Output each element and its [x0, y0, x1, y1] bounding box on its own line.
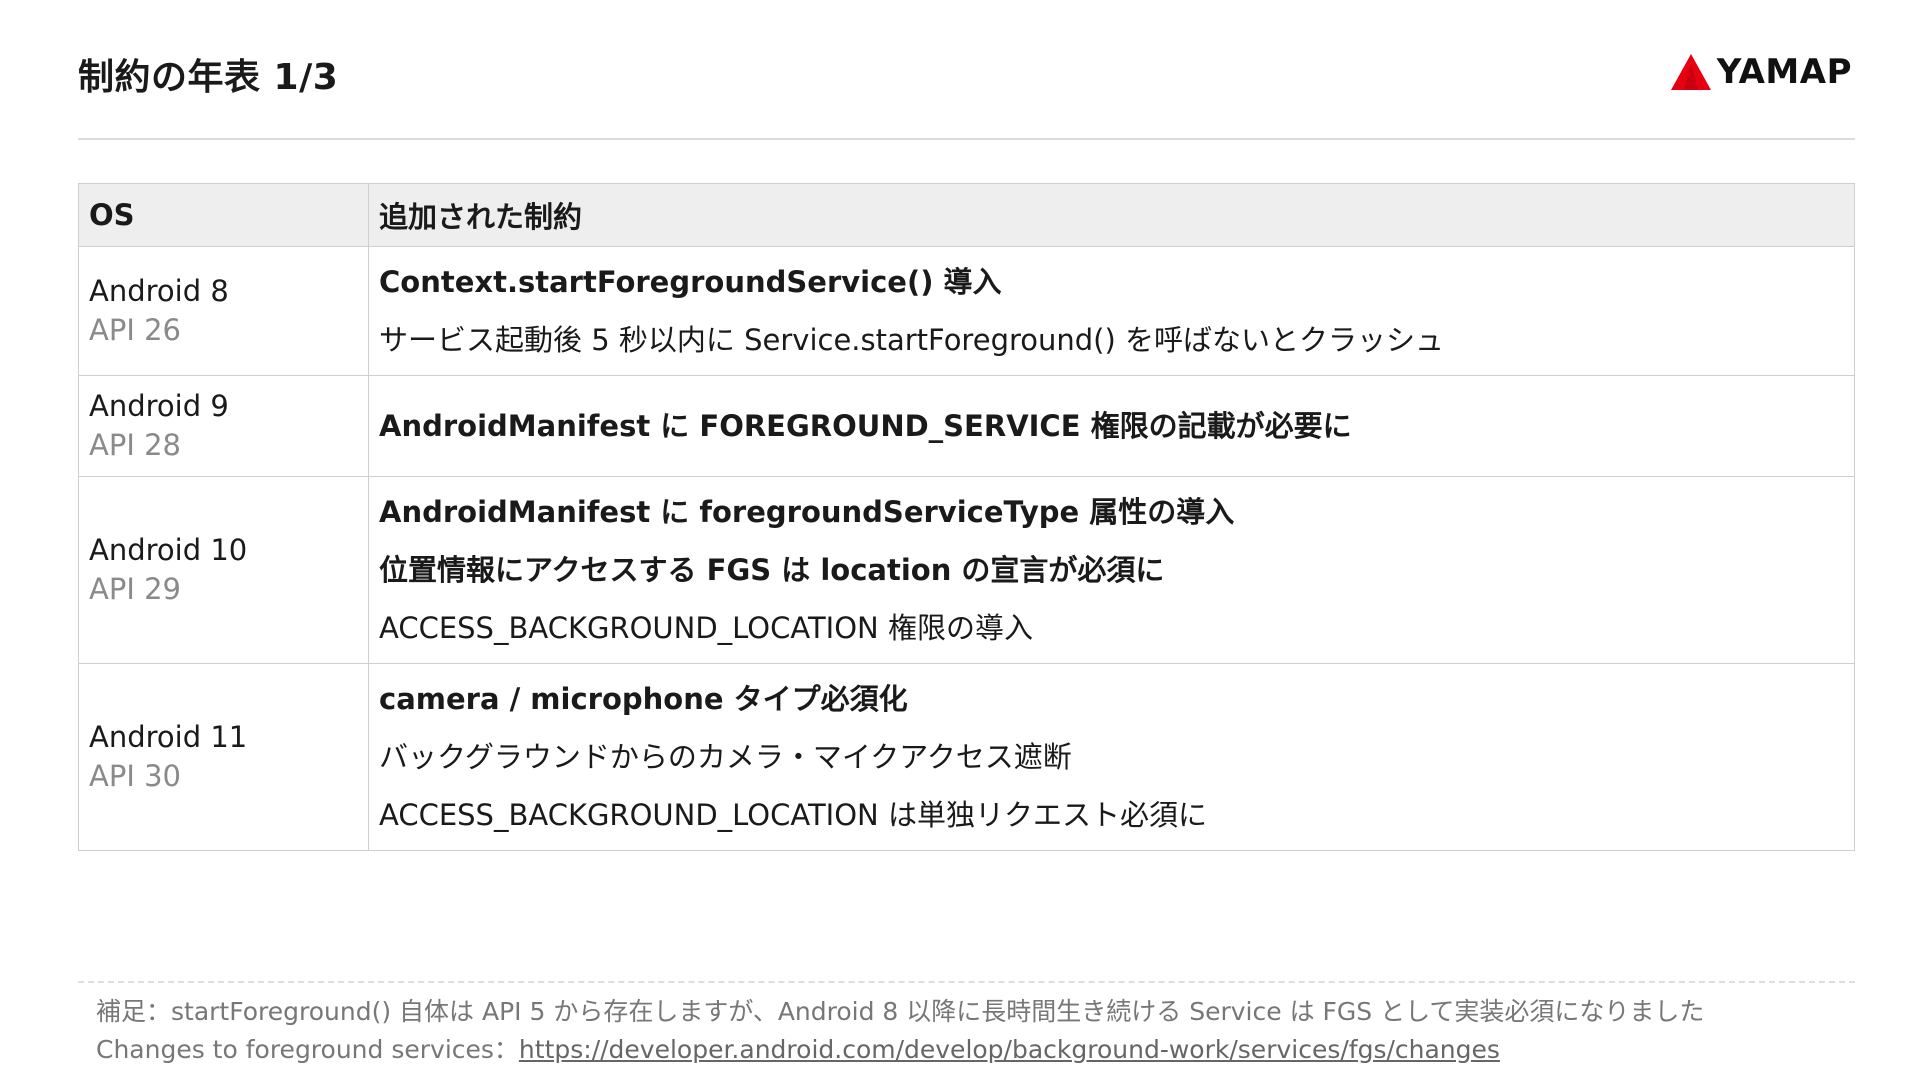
page-title: 制約の年表 1/3: [78, 57, 339, 98]
constraint-line: AndroidManifest に FOREGROUND_SERVICE 権限の…: [379, 409, 1352, 443]
os-cell: Android 8 API 26: [78, 246, 369, 376]
constraint-line: AndroidManifest に foregroundServiceType …: [379, 495, 1235, 529]
os-cell: Android 10 API 29: [78, 476, 369, 664]
constraint-line: サービス起動後 5 秒以内に Service.startForeground()…: [379, 323, 1445, 357]
table-row: Android 10 API 29 AndroidManifest に fore…: [78, 476, 1855, 664]
mountain-logo-icon: [1670, 54, 1711, 90]
footer-divider: [78, 981, 1855, 983]
constraint-line: ACCESS_BACKGROUND_LOCATION は単独リクエスト必須に: [379, 798, 1207, 832]
constraint-cell: Context.startForegroundService() 導入 サービス…: [368, 246, 1855, 376]
table-row: Android 11 API 30 camera / microphone タイ…: [78, 663, 1855, 851]
os-name: Android 8: [89, 274, 229, 308]
table-header-row: OS 追加された制約: [78, 183, 1855, 247]
yamap-logo: YAMAP: [1670, 52, 1852, 92]
reference-link[interactable]: https://developer.android.com/develop/ba…: [519, 1035, 1500, 1064]
os-name: Android 10: [89, 533, 248, 567]
constraint-cell: AndroidManifest に foregroundServiceType …: [368, 476, 1855, 664]
api-level: API 30: [89, 759, 181, 793]
constraint-line: 位置情報にアクセスする FGS は location の宣言が必須に: [379, 553, 1165, 587]
constraint-line: camera / microphone タイプ必須化: [379, 682, 908, 716]
column-header-constraints: 追加された制約: [368, 183, 1855, 247]
api-level: API 29: [89, 572, 181, 606]
constraint-line: Context.startForegroundService() 導入: [379, 265, 1002, 299]
table-row: Android 8 API 26 Context.startForeground…: [78, 246, 1855, 376]
footnote-text: 補足：startForeground() 自体は API 5 から存在しますが、…: [96, 997, 1705, 1026]
logo-text: YAMAP: [1716, 52, 1852, 92]
footer-notes: 補足：startForeground() 自体は API 5 から存在しますが、…: [96, 993, 1704, 1069]
constraint-line: バックグラウンドからのカメラ・マイクアクセス遮断: [379, 740, 1072, 774]
header-divider: [78, 138, 1855, 140]
api-level: API 26: [89, 313, 181, 347]
constraints-table: OS 追加された制約 Android 8 API 26 Context.star…: [78, 183, 1855, 851]
constraint-line: ACCESS_BACKGROUND_LOCATION 権限の導入: [379, 611, 1033, 645]
constraint-cell: camera / microphone タイプ必須化 バックグラウンドからのカメ…: [368, 663, 1855, 851]
os-name: Android 11: [89, 720, 248, 754]
os-name: Android 9: [89, 389, 229, 423]
table-row: Android 9 API 28 AndroidManifest に FOREG…: [78, 375, 1855, 477]
os-cell: Android 11 API 30: [78, 663, 369, 851]
reference-label: Changes to foreground services：: [96, 1035, 519, 1064]
api-level: API 28: [89, 428, 181, 462]
reference-line: Changes to foreground services：https://d…: [96, 1031, 1704, 1069]
column-header-os: OS: [78, 183, 369, 247]
os-cell: Android 9 API 28: [78, 375, 369, 477]
constraint-cell: AndroidManifest に FOREGROUND_SERVICE 権限の…: [368, 375, 1855, 477]
